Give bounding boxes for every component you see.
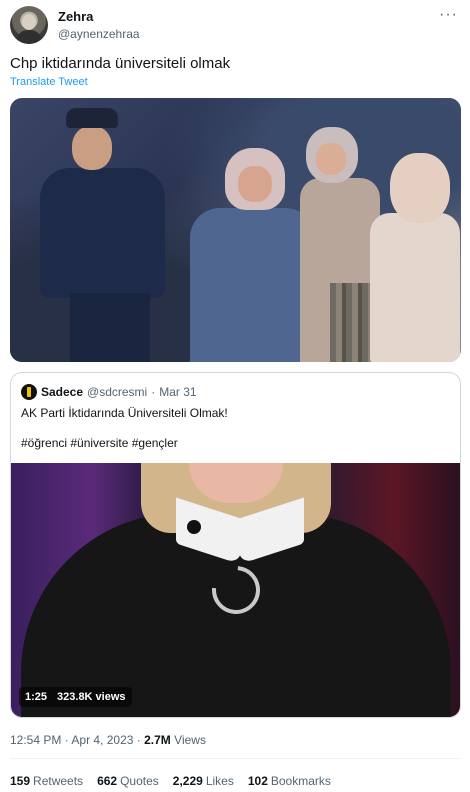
tweet-timestamp: 12:54 PM · Apr 4, 2023 · 2.7M Views: [10, 733, 206, 747]
tweet-date[interactable]: Apr 4, 2023: [71, 733, 133, 747]
tweet-photo[interactable]: [10, 98, 461, 362]
microphone-icon: [187, 520, 201, 534]
retweets-label: Retweets: [33, 774, 84, 788]
stat-likes[interactable]: 2,229 Likes: [173, 774, 234, 788]
author-avatar[interactable]: [10, 6, 48, 44]
views-label: Views: [174, 733, 206, 747]
engagement-stats: 159 Retweets 662 Quotes 2,229 Likes 102 Book…: [10, 774, 331, 788]
tweet-time[interactable]: 12:54 PM: [10, 733, 61, 747]
tweet-text: Chp iktidarında üniversiteli olmak: [10, 55, 231, 72]
photo-student-center: [180, 138, 315, 362]
quoted-text: AK Parti İktidarında Üniversiteli Olmak!: [21, 406, 228, 420]
quoted-author-handle: @sdcresmi: [87, 385, 148, 399]
bookmarks-count: 102: [247, 774, 268, 788]
stat-quotes[interactable]: 662 Quotes: [97, 774, 159, 788]
likes-count: 2,229: [172, 774, 203, 788]
quoted-avatar: [21, 384, 37, 400]
quoted-date: Mar 31: [159, 385, 197, 399]
quotes-label: Quotes: [120, 774, 159, 788]
photo-police-officer: [40, 108, 165, 362]
video-info-badge: 1:25 323.8K views: [19, 687, 132, 707]
avatar-body: [16, 30, 42, 44]
more-icon[interactable]: ···: [439, 6, 458, 24]
author-name[interactable]: Zehra: [58, 9, 93, 24]
tweet-header: Zehra @aynenzehraa ···: [10, 6, 460, 46]
timestamp-separator-2: ·: [136, 733, 141, 747]
bookmarks-label: Bookmarks: [270, 774, 331, 788]
likes-label: Likes: [205, 774, 234, 788]
stat-retweets[interactable]: 159 Retweets: [10, 774, 83, 788]
author-handle[interactable]: @aynenzehraa: [58, 27, 140, 41]
quoted-author-name: Sadece: [41, 385, 84, 399]
video-duration: 1:25: [25, 691, 48, 703]
timestamp-separator: ·: [64, 733, 69, 747]
divider: [10, 758, 461, 759]
quoted-separator: ·: [151, 385, 156, 399]
quoted-video[interactable]: 1:25 323.8K views: [11, 463, 460, 717]
retweets-count: 159: [10, 774, 31, 788]
stat-bookmarks[interactable]: 102 Bookmarks: [248, 774, 331, 788]
video-views: 323.8K views: [57, 691, 126, 703]
quoted-hashtags: #öğrenci #üniversite #gençler: [21, 436, 178, 450]
quoted-tweet[interactable]: Sadece @sdcresmi · Mar 31 AK Parti İktid…: [10, 372, 461, 718]
translate-link[interactable]: Translate Tweet: [10, 76, 88, 88]
quoted-header: Sadece @sdcresmi · Mar 31: [21, 383, 197, 401]
avatar-face: [22, 14, 36, 30]
views-count: 2.7M: [144, 733, 171, 747]
quotes-count: 662: [97, 774, 118, 788]
photo-students-right: [300, 123, 460, 362]
